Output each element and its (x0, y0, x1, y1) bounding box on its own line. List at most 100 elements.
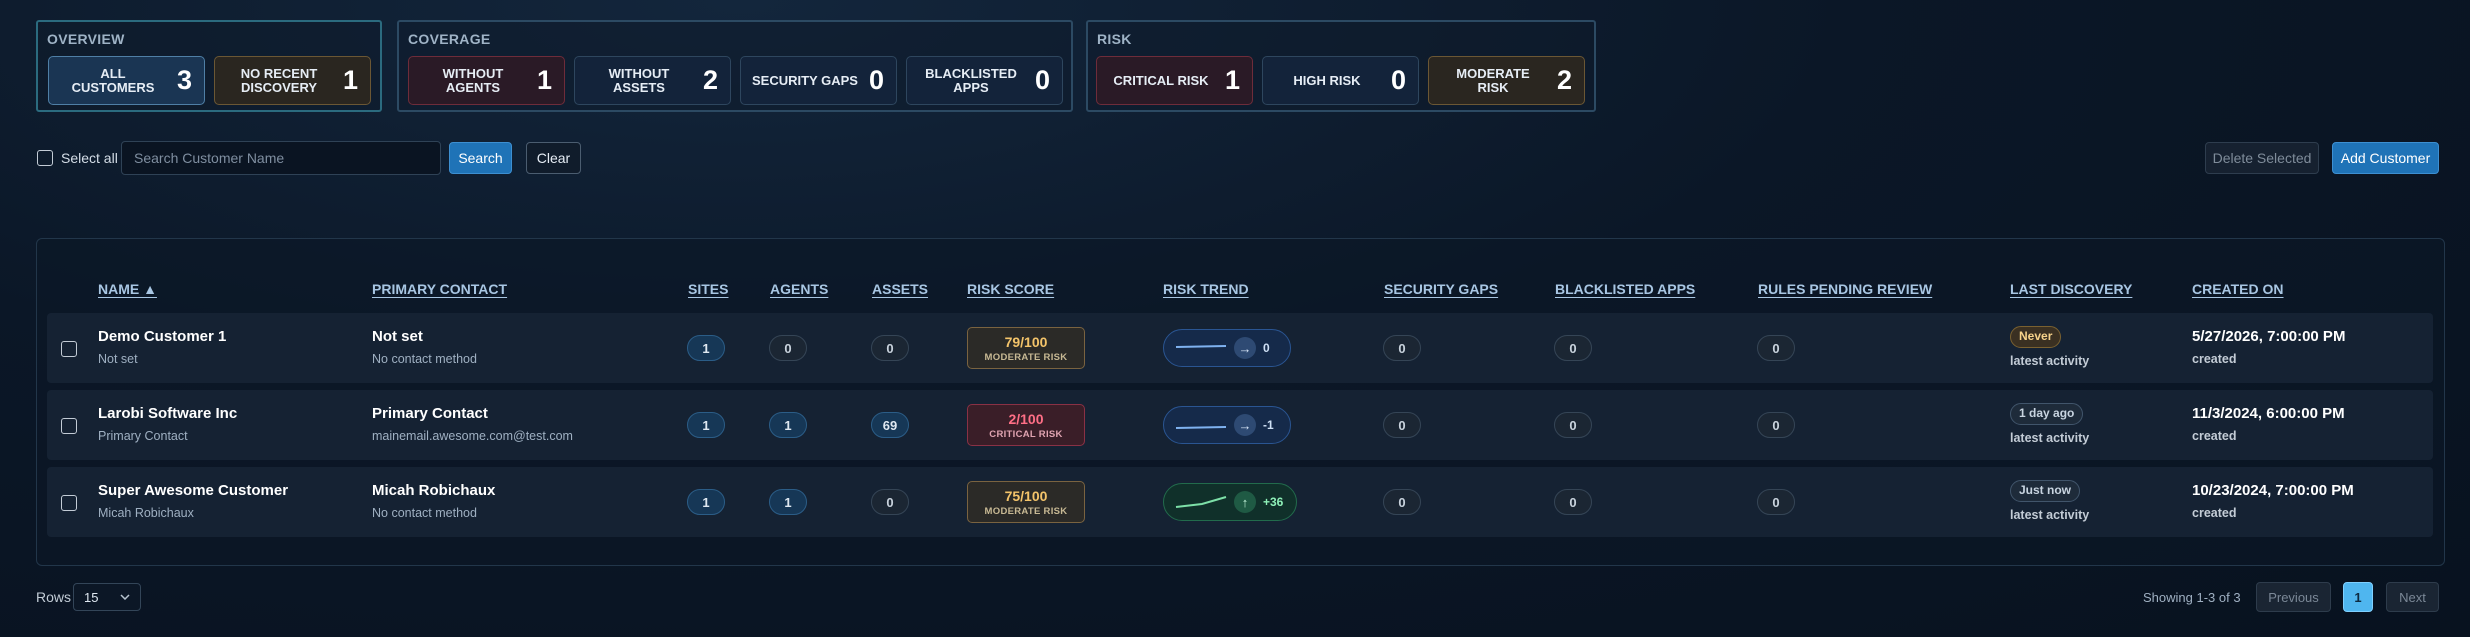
rows-per-page-select[interactable]: 15 (73, 583, 141, 611)
risk-score-badge: 79/100 MODERATE RISK (967, 327, 1085, 369)
table-row[interactable]: Demo Customer 1 Not set Not set No conta… (47, 313, 2433, 383)
delete-selected-button[interactable]: Delete Selected (2205, 142, 2319, 174)
created-on: 5/27/2026, 7:00:00 PM (2192, 328, 2346, 345)
select-all[interactable]: Select all (37, 150, 118, 166)
contact-method: No contact method (372, 506, 477, 520)
created-sub: created (2192, 506, 2237, 520)
select-all-checkbox[interactable] (37, 150, 53, 166)
stat-label: MODERATE RISK (1456, 65, 1530, 95)
header-security-gaps[interactable]: SECURITY GAPS (1384, 281, 1498, 297)
risk-score-value: 75/100 (1004, 487, 1048, 504)
select-all-label: Select all (61, 150, 118, 166)
customer-name[interactable]: Demo Customer 1 (98, 328, 226, 345)
customer-name[interactable]: Super Awesome Customer (98, 482, 288, 499)
security-gaps-count: 0 (1383, 412, 1421, 438)
stat-label: WITHOUT ASSETS (608, 65, 670, 95)
row-checkbox[interactable] (61, 495, 77, 511)
contact-name: Primary Contact (372, 405, 488, 422)
coverage-title: COVERAGE (408, 31, 491, 47)
created-sub: created (2192, 429, 2237, 443)
customers-table: NAME ▲ PRIMARY CONTACT SITES AGENTS ASSE… (36, 238, 2445, 566)
stat-label: NO RECENT DISCOVERY (240, 65, 318, 95)
assets-count: 69 (871, 412, 909, 438)
header-risk-trend[interactable]: RISK TREND (1163, 281, 1249, 297)
table-row[interactable]: Larobi Software Inc Primary Contact Prim… (47, 390, 2433, 460)
header-risk-score[interactable]: RISK SCORE (967, 281, 1054, 297)
last-discovery-sub: latest activity (2010, 508, 2090, 522)
risk-trend: ↑ +36 (1163, 483, 1297, 521)
overview-group: OVERVIEW ALL CUSTOMERS 3 NO RECENT DISCO… (36, 20, 382, 112)
header-created-on[interactable]: CREATED ON (2192, 281, 2284, 297)
stat-value: 0 (1390, 65, 1406, 95)
stat-label: SECURITY GAPS (752, 72, 858, 88)
trend-value: -1 (1263, 418, 1274, 432)
created-on: 11/3/2024, 6:00:00 PM (2192, 405, 2345, 422)
showing-count: Showing 1-3 of 3 (2143, 590, 2241, 605)
last-discovery-badge: 1 day ago (2010, 403, 2084, 425)
stat-value: 0 (1034, 65, 1050, 95)
stat-security-gaps[interactable]: SECURITY GAPS 0 (740, 56, 897, 105)
header-agents[interactable]: AGENTS (770, 281, 828, 297)
customer-sub: Primary Contact (98, 429, 188, 443)
blacklisted-apps-count: 0 (1554, 489, 1592, 515)
customer-sub: Not set (98, 352, 138, 366)
rules-pending-count: 0 (1757, 335, 1795, 361)
previous-page-button[interactable]: Previous (2256, 582, 2331, 612)
risk-group: RISK CRITICAL RISK 1 HIGH RISK 0 MODERAT… (1086, 20, 1596, 112)
contact-method: mainemail.awesome.com@test.com (372, 429, 573, 443)
last-discovery-sub: latest activity (2010, 354, 2090, 368)
row-checkbox[interactable] (61, 418, 77, 434)
customer-sub: Micah Robichaux (98, 506, 194, 520)
header-name[interactable]: NAME ▲ (98, 281, 157, 297)
stat-value: 1 (536, 65, 552, 95)
search-input[interactable] (121, 141, 441, 175)
risk-score-value: 79/100 (1004, 333, 1048, 350)
table-row[interactable]: Super Awesome Customer Micah Robichaux M… (47, 467, 2433, 537)
stat-without-assets[interactable]: WITHOUT ASSETS 2 (574, 56, 731, 105)
assets-count: 0 (871, 335, 909, 361)
add-customer-button[interactable]: Add Customer (2332, 142, 2439, 174)
risk-trend: → -1 (1163, 406, 1291, 444)
page-1-button[interactable]: 1 (2343, 582, 2373, 612)
stat-high-risk[interactable]: HIGH RISK 0 (1262, 56, 1419, 105)
next-page-button[interactable]: Next (2386, 582, 2439, 612)
stat-no-recent-discovery[interactable]: NO RECENT DISCOVERY 1 (214, 56, 371, 105)
stat-value: 2 (702, 65, 718, 95)
stat-moderate-risk[interactable]: MODERATE RISK 2 (1428, 56, 1585, 105)
header-primary-contact[interactable]: PRIMARY CONTACT (372, 281, 507, 297)
header-blacklisted-apps[interactable]: BLACKLISTED APPS (1555, 281, 1695, 297)
header-sites[interactable]: SITES (688, 281, 728, 297)
row-checkbox[interactable] (61, 341, 77, 357)
sparkline-icon (1175, 496, 1227, 508)
rules-pending-count: 0 (1757, 412, 1795, 438)
risk-score-badge: 75/100 MODERATE RISK (967, 481, 1085, 523)
risk-score-value: 2/100 (1008, 410, 1044, 427)
sparkline-icon (1175, 426, 1227, 429)
stat-label: WITHOUT AGENTS (442, 65, 504, 95)
rules-pending-count: 0 (1757, 489, 1795, 515)
last-discovery-badge: Never (2010, 326, 2062, 348)
trend-arrow-icon: → (1234, 337, 1256, 359)
stat-blacklisted-apps[interactable]: BLACKLISTED APPS 0 (906, 56, 1063, 105)
header-assets[interactable]: ASSETS (872, 281, 928, 297)
header-rules-pending-review[interactable]: RULES PENDING REVIEW (1758, 281, 1932, 297)
stat-label: ALL CUSTOMERS (71, 65, 155, 95)
contact-method: No contact method (372, 352, 477, 366)
clear-button[interactable]: Clear (526, 142, 581, 174)
created-sub: created (2192, 352, 2237, 366)
agents-count: 1 (769, 412, 807, 438)
risk-level: CRITICAL RISK (989, 428, 1063, 440)
risk-level: MODERATE RISK (984, 351, 1068, 363)
risk-trend: → 0 (1163, 329, 1291, 367)
rows-label: Rows (36, 589, 72, 605)
header-last-discovery[interactable]: LAST DISCOVERY (2010, 281, 2132, 297)
search-button[interactable]: Search (449, 142, 512, 174)
stat-without-agents[interactable]: WITHOUT AGENTS 1 (408, 56, 565, 105)
risk-score-badge: 2/100 CRITICAL RISK (967, 404, 1085, 446)
stat-value: 0 (868, 65, 884, 95)
customer-name[interactable]: Larobi Software Inc (98, 405, 237, 422)
contact-name: Micah Robichaux (372, 482, 496, 499)
contact-name: Not set (372, 328, 423, 345)
stat-all-customers[interactable]: ALL CUSTOMERS 3 (48, 56, 205, 105)
stat-critical-risk[interactable]: CRITICAL RISK 1 (1096, 56, 1253, 105)
